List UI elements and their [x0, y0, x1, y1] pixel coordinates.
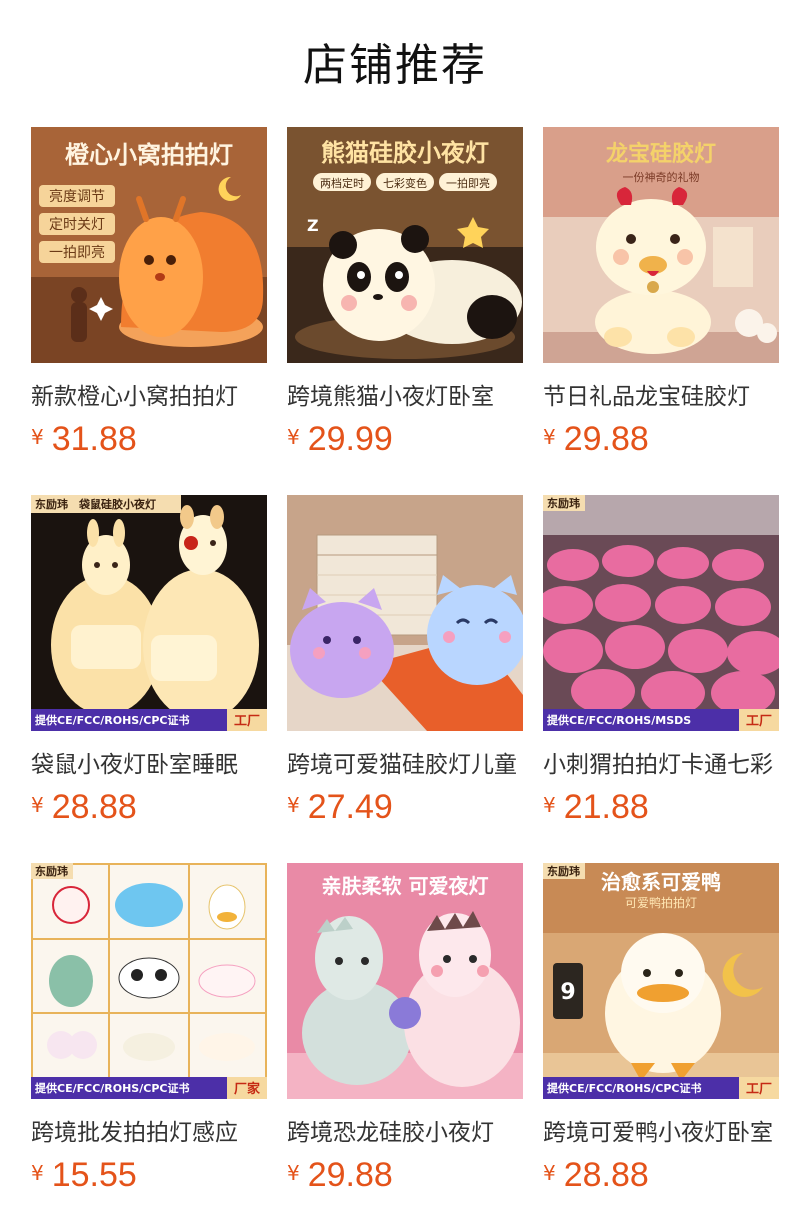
product-grid: 橙心小窝拍拍灯 亮度调节 定时关灯 一拍即亮 新款橙心小窝拍拍灯 ¥ 31.88…: [0, 0, 790, 1232]
price-value: 27.49: [307, 788, 393, 826]
product-card[interactable]: 东励玮 提供CE/FCC/ROHS/MSDS 工厂 小刺猬拍拍灯卡通七彩 ¥21…: [543, 495, 779, 831]
price-value: 29.88: [563, 420, 649, 458]
price-value: 31.88: [51, 420, 137, 458]
image-brand: 东励玮: [35, 497, 68, 511]
product-name[interactable]: 跨境批发拍拍灯感应: [31, 1115, 267, 1151]
product-price: ¥21.88: [543, 783, 649, 831]
svg-text:Z: Z: [307, 216, 319, 235]
currency-symbol: ¥: [31, 1161, 44, 1185]
image-tag: 一拍即亮: [49, 244, 105, 261]
currency-symbol: ¥: [287, 1161, 300, 1185]
product-image[interactable]: 熊猫硅胶小夜灯 两档定时 七彩变色 一拍即亮 Z: [287, 127, 523, 363]
product-name[interactable]: 节日礼品龙宝硅胶灯: [543, 379, 779, 415]
image-title: 龙宝硅胶灯: [606, 141, 716, 167]
image-cert: 提供CE/FCC/ROHS/CPC证书: [547, 1081, 701, 1095]
product-image[interactable]: 亲肤柔软 可爱夜灯: [287, 863, 523, 1099]
image-tag: 亮度调节: [49, 188, 105, 205]
product-price: ¥29.88: [287, 1151, 393, 1199]
price-value: 28.88: [563, 1156, 649, 1194]
product-image[interactable]: 龙宝硅胶灯 一份神奇的礼物: [543, 127, 779, 363]
image-badge: 厂家: [234, 1081, 261, 1097]
product-name[interactable]: 小刺猬拍拍灯卡通七彩: [543, 747, 779, 783]
lamp-collection-grid-icon: [47, 883, 256, 1061]
product-price: ¥31.88: [31, 415, 137, 463]
currency-symbol: ¥: [287, 793, 300, 817]
product-image[interactable]: 东励玮 提供CE/FCC/ROHS/CPC证书 厂家: [31, 863, 267, 1099]
product-name[interactable]: 跨境熊猫小夜灯卧室: [287, 379, 523, 415]
image-brand: 东励玮: [547, 864, 580, 878]
product-price: ¥28.88: [31, 783, 137, 831]
price-value: 21.88: [563, 788, 649, 826]
product-card[interactable]: 东励玮 提供CE/FCC/ROHS/CPC证书 厂家 跨境批发拍拍灯感应 ¥15…: [31, 863, 267, 1199]
product-name[interactable]: 袋鼠小夜灯卧室睡眠: [31, 747, 267, 783]
image-badge: 工厂: [234, 714, 260, 729]
product-name[interactable]: 新款橙心小窝拍拍灯: [31, 379, 267, 415]
svg-text:9: 9: [560, 980, 575, 1005]
image-tag: 两档定时: [320, 176, 364, 190]
product-card[interactable]: 跨境可爱猫硅胶灯儿童 ¥27.49: [287, 495, 523, 831]
currency-symbol: ¥: [287, 425, 300, 449]
image-cert: 提供CE/FCC/ROHS/CPC证书: [35, 1081, 189, 1095]
price-value: 15.55: [51, 1156, 137, 1194]
product-card[interactable]: 龙宝硅胶灯 一份神奇的礼物 节日礼品龙宝硅胶灯 ¥ 29.88: [543, 127, 779, 463]
image-cert: 提供CE/FCC/ROHS/CPC证书: [35, 713, 189, 727]
image-title: 治愈系可爱鸭: [601, 870, 721, 894]
image-title: 袋鼠硅胶小夜灯: [78, 497, 156, 511]
image-brand: 东励玮: [35, 864, 68, 878]
currency-symbol: ¥: [31, 793, 44, 817]
product-name[interactable]: 跨境可爱猫硅胶灯儿童: [287, 747, 523, 783]
product-card[interactable]: 治愈系可爱鸭 可爱鸭拍拍灯 9 东励玮 提供CE/FCC/ROHS/CPC证书 …: [543, 863, 779, 1199]
currency-symbol: ¥: [543, 793, 556, 817]
image-tag: 一拍即亮: [446, 176, 490, 190]
product-image[interactable]: 橙心小窝拍拍灯 亮度调节 定时关灯 一拍即亮: [31, 127, 267, 363]
product-image[interactable]: [287, 495, 523, 731]
product-name[interactable]: 跨境恐龙硅胶小夜灯: [287, 1115, 523, 1151]
price-value: 29.88: [307, 1156, 393, 1194]
currency-symbol: ¥: [543, 425, 556, 449]
image-badge: 工厂: [746, 714, 772, 729]
price-value: 28.88: [51, 788, 137, 826]
product-price: ¥29.99: [287, 415, 393, 463]
product-price: ¥29.88: [543, 415, 649, 463]
image-tag: 七彩变色: [383, 176, 427, 190]
image-cert: 提供CE/FCC/ROHS/MSDS: [547, 713, 691, 727]
product-price: ¥28.88: [543, 1151, 649, 1199]
image-badge: 工厂: [746, 1082, 772, 1097]
product-card[interactable]: 橙心小窝拍拍灯 亮度调节 定时关灯 一拍即亮 新款橙心小窝拍拍灯 ¥ 31.88: [31, 127, 267, 463]
product-card[interactable]: 亲肤柔软 可爱夜灯 跨境恐龙硅胶小夜灯 ¥ 29.88: [287, 863, 523, 1199]
image-title: 亲肤柔软 可爱夜灯: [322, 874, 489, 898]
image-subtitle: 可爱鸭拍拍灯: [625, 895, 697, 910]
image-brand: 东励玮: [547, 496, 580, 510]
image-title: 橙心小窝拍拍灯: [65, 141, 233, 169]
product-image[interactable]: 东励玮 袋鼠硅胶小夜灯 提供CE/FCC/ROHS/CPC证书 工厂: [31, 495, 267, 731]
product-name[interactable]: 跨境可爱鸭小夜灯卧室: [543, 1115, 779, 1151]
product-price: ¥27.49: [287, 783, 393, 831]
product-card[interactable]: 熊猫硅胶小夜灯 两档定时 七彩变色 一拍即亮 Z 跨境熊猫小夜灯卧室 ¥ 29.…: [287, 127, 523, 463]
image-tag: 定时关灯: [49, 217, 105, 233]
image-subtitle: 一份神奇的礼物: [623, 170, 700, 184]
product-price: ¥15.55: [31, 1151, 137, 1199]
product-card[interactable]: 东励玮 袋鼠硅胶小夜灯 提供CE/FCC/ROHS/CPC证书 工厂 袋鼠小夜灯…: [31, 495, 267, 831]
price-value: 29.99: [307, 420, 393, 458]
currency-symbol: ¥: [31, 425, 44, 449]
product-image[interactable]: 东励玮 提供CE/FCC/ROHS/MSDS 工厂: [543, 495, 779, 731]
currency-symbol: ¥: [543, 1161, 556, 1185]
image-title: 熊猫硅胶小夜灯: [321, 139, 489, 167]
product-image[interactable]: 治愈系可爱鸭 可爱鸭拍拍灯 9 东励玮 提供CE/FCC/ROHS/CPC证书 …: [543, 863, 779, 1099]
